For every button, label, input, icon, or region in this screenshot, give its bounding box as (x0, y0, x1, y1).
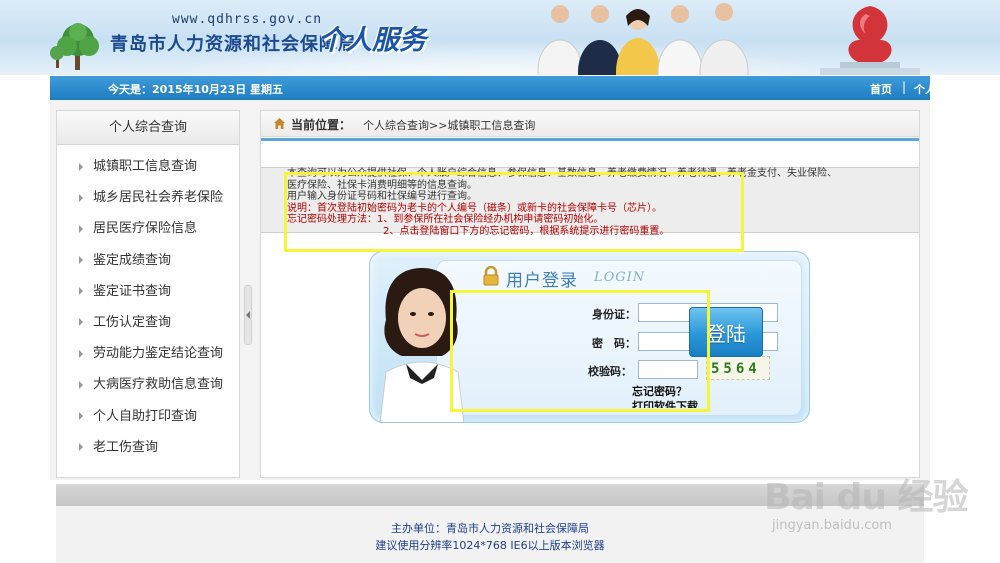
home-icon (274, 118, 285, 129)
query-notice: 本查询可以为公众提供社保、个人账户综合信息、参保信息、基数信息、养老缴费情况、养… (261, 167, 919, 237)
arrow-right-icon (79, 256, 83, 265)
arrow-right-icon (79, 287, 83, 296)
notice-line: 本查询可以为公众提供社保、个人账户综合信息、参保信息、基数信息、养老缴费情况、养… (287, 168, 837, 179)
site-url: www.qdhrss.gov.cn (172, 12, 323, 27)
notice-line-warning: 2、点击登陆窗口下方的忘记密码，根据系统提示进行密码重置。 (383, 225, 670, 237)
breadcrumb-path: 个人综合查询>>城镇职工信息查询 (363, 119, 536, 132)
service-agent-image (379, 268, 465, 422)
print-software-download-link[interactable]: 打印软件下载 (632, 398, 698, 408)
captcha-input[interactable] (638, 360, 698, 379)
main-panel: 当前位置： 个人综合查询>>城镇职工信息查询 本查询可以为公众提供社保、个人账户… (260, 110, 920, 478)
sidebar-item-label: 鉴定证书查询 (93, 283, 172, 299)
date-label: 今天是： (108, 83, 152, 96)
chevron-left-icon (246, 311, 250, 319)
arrow-right-icon (79, 224, 83, 233)
sidebar-item-old-injury[interactable]: 老工伤查询 (57, 432, 239, 463)
password-label: 密 码： (592, 337, 636, 350)
sidebar-item-resident-medical[interactable]: 居民医疗保险信息 (57, 213, 239, 244)
sidebar: 个人综合查询 城镇职工信息查询 城乡居民社会养老保险 居民医疗保险信息 鉴定成绩… (56, 110, 240, 478)
nav-personal-link[interactable]: 个人信息管理 (914, 81, 980, 97)
notice-line: 医疗保险、社保卡消费明细等的信息查询。 (287, 179, 477, 191)
footer: 主办单位：青岛市人力资源和社会保障局 建议使用分辨率1024*768 IE6以上… (56, 506, 924, 563)
arrow-right-icon (79, 162, 83, 171)
sidebar-menu: 城镇职工信息查询 城乡居民社会养老保险 居民医疗保险信息 鉴定成绩查询 鉴定证书… (57, 145, 239, 463)
footer-browser-tip: 建议使用分辨率1024*768 IE6以上版本浏览器 (375, 539, 605, 552)
sidebar-title: 个人综合查询 (57, 111, 239, 145)
tree-icon (50, 23, 99, 70)
date-value: 2015年10月23日 星期五 (152, 83, 284, 96)
sidebar-item-critical-illness[interactable]: 大病医疗救助信息查询 (57, 369, 239, 400)
captcha-label: 校验码： (588, 365, 632, 378)
breadcrumb-divider (261, 138, 919, 141)
sidebar-item-rural-pension[interactable]: 城乡居民社会养老保险 (57, 182, 239, 213)
notice-line-warning: 忘记密码处理方法：1、到参保所在社会保险经办机构申请密码初始化。 (287, 214, 604, 225)
header-banner: www.qdhrss.gov.cn 青岛市人力资源和社会保障局 个人服务 (0, 0, 1000, 75)
sidebar-item-appraisal-score[interactable]: 鉴定成绩查询 (57, 245, 239, 276)
arrow-right-icon (79, 349, 83, 358)
service-title: 个人服务 (318, 25, 426, 56)
sidebar-item-urban-employee[interactable]: 城镇职工信息查询 (57, 151, 239, 182)
sidebar-item-label: 居民医疗保险信息 (93, 221, 198, 237)
login-title-english: LOGIN (594, 270, 646, 285)
sidebar-item-work-ability[interactable]: 劳动能力鉴定结论查询 (57, 338, 239, 369)
nav-separator: | (902, 80, 907, 94)
lock-icon (483, 266, 499, 286)
sidebar-item-label: 劳动能力鉴定结论查询 (93, 346, 224, 362)
sidebar-item-label: 城乡居民社会养老保险 (93, 190, 224, 206)
sidebar-item-self-print[interactable]: 个人自助打印查询 (57, 401, 239, 432)
sidebar-collapse-handle[interactable] (244, 285, 252, 345)
date-bar: 今天是： 2015年10月23日 星期五 首页 | 个人信息管理 (50, 76, 980, 100)
arrow-right-icon (79, 443, 83, 452)
footer-host: 主办单位：青岛市人力资源和社会保障局 (391, 522, 589, 535)
page-body: 个人综合查询 城镇职工信息查询 城乡居民社会养老保险 居民医疗保险信息 鉴定成绩… (50, 100, 930, 480)
sidebar-item-label: 老工伤查询 (93, 439, 159, 455)
arrow-right-icon (79, 380, 83, 389)
arrow-right-icon (79, 412, 83, 420)
nav-home-link[interactable]: 首页 (870, 81, 892, 97)
id-card-label: 身份证： (592, 308, 636, 321)
notice-line: 用户输入身份证号码和社保编号进行查询。 (287, 191, 477, 202)
sidebar-item-label: 鉴定成绩查询 (93, 252, 172, 268)
footer-strip (56, 484, 924, 506)
sidebar-item-label: 工伤认定查询 (93, 314, 172, 330)
banner-people-image (537, 3, 749, 75)
sidebar-item-label: 大病医疗救助信息查询 (93, 377, 224, 393)
arrow-right-icon (79, 193, 83, 202)
sidebar-item-appraisal-certificate[interactable]: 鉴定证书查询 (57, 276, 239, 307)
sidebar-item-injury-recognition[interactable]: 工伤认定查询 (57, 307, 239, 338)
login-title: 用户登录 (506, 271, 578, 291)
sidebar-item-label: 个人自助打印查询 (93, 408, 198, 424)
captcha-image[interactable]: 5564 (706, 356, 770, 380)
arrow-right-icon (79, 318, 83, 327)
login-button[interactable]: 登陆 (689, 307, 763, 357)
sidebar-item-label: 城镇职工信息查询 (93, 159, 198, 174)
notice-line-warning: 说明：首次登陆初始密码为老卡的个人编号（磁条）或新卡的社会保障卡号（芯片）。 (287, 202, 662, 214)
forgot-password-link[interactable]: 忘记密码？ (632, 383, 687, 399)
breadcrumb-label: 当前位置： (291, 118, 352, 132)
breadcrumb: 当前位置： 个人综合查询>>城镇职工信息查询 (261, 111, 919, 137)
may-fourth-square-sculpture-icon (820, 6, 920, 75)
